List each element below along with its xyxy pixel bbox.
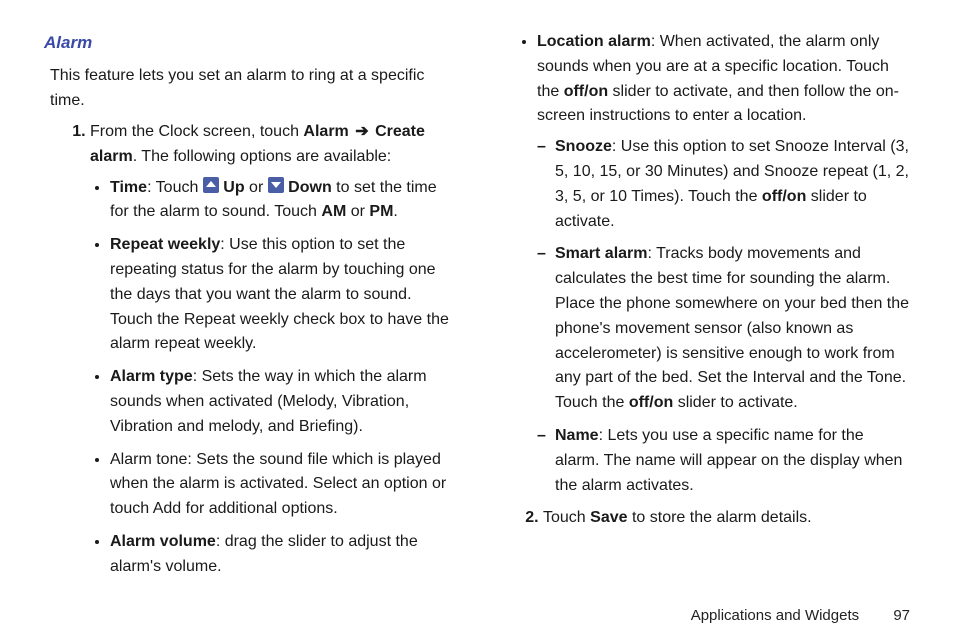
step1-pre: From the Clock screen, touch bbox=[90, 123, 303, 140]
sub-options: Snooze: Use this option to set Snooze In… bbox=[537, 135, 910, 498]
options-list-left: Time: Touch Up or Down to set the time f… bbox=[90, 176, 457, 580]
smart-offon: off/on bbox=[629, 394, 673, 411]
time-am: AM bbox=[321, 203, 346, 220]
step-list: From the Clock screen, touch Alarm ➔ Cre… bbox=[44, 120, 457, 580]
option-location-alarm: Location alarm: When activated, the alar… bbox=[537, 30, 910, 498]
options-list-right: Location alarm: When activated, the alar… bbox=[497, 30, 910, 498]
step-1: From the Clock screen, touch Alarm ➔ Cre… bbox=[90, 120, 457, 580]
repeat-label: Repeat weekly bbox=[110, 236, 220, 253]
snooze-offon: off/on bbox=[762, 188, 806, 205]
loc-label: Location alarm bbox=[537, 33, 651, 50]
loc-offon: off/on bbox=[564, 83, 608, 100]
right-column: Location alarm: When activated, the alar… bbox=[497, 30, 910, 587]
step2-save: Save bbox=[590, 509, 627, 526]
time-pm: PM bbox=[369, 203, 393, 220]
smart-t2: slider to activate. bbox=[673, 394, 798, 411]
time-t5: . bbox=[393, 203, 397, 220]
option-alarm-volume: Alarm volume: drag the slider to adjust … bbox=[110, 530, 457, 580]
footer-page-number: 97 bbox=[893, 607, 910, 624]
footer-section: Applications and Widgets bbox=[691, 607, 859, 624]
time-t2: or bbox=[245, 179, 268, 196]
step-2: Touch Save to store the alarm details. bbox=[543, 506, 910, 531]
atype-label: Alarm type bbox=[110, 368, 193, 385]
columns: Alarm This feature lets you set an alarm… bbox=[44, 30, 910, 587]
time-down: Down bbox=[288, 179, 332, 196]
option-snooze: Snooze: Use this option to set Snooze In… bbox=[537, 135, 910, 234]
down-arrow-icon bbox=[268, 177, 284, 193]
time-label: Time bbox=[110, 179, 147, 196]
up-arrow-icon bbox=[203, 177, 219, 193]
option-alarm-tone: Alarm tone: Sets the sound file which is… bbox=[110, 448, 457, 522]
step2-t2: to store the alarm details. bbox=[628, 509, 812, 526]
name-text: : Lets you use a specific name for the a… bbox=[555, 427, 902, 494]
option-smart-alarm: Smart alarm: Tracks body movements and c… bbox=[537, 242, 910, 416]
step1-alarm: Alarm bbox=[303, 123, 348, 140]
time-t4: or bbox=[346, 203, 369, 220]
option-alarm-type: Alarm type: Sets the way in which the al… bbox=[110, 365, 457, 439]
time-t1: : Touch bbox=[147, 179, 203, 196]
option-time: Time: Touch Up or Down to set the time f… bbox=[110, 176, 457, 226]
name-label: Name bbox=[555, 427, 599, 444]
step-list-2: Touch Save to store the alarm details. bbox=[497, 506, 910, 531]
smart-t1: : Tracks body movements and calculates t… bbox=[555, 245, 909, 411]
avol-label: Alarm volume bbox=[110, 533, 216, 550]
repeat-text: : Use this option to set the repeating s… bbox=[110, 236, 449, 352]
page: Alarm This feature lets you set an alarm… bbox=[0, 0, 954, 636]
intro-text: This feature lets you set an alarm to ri… bbox=[50, 64, 457, 114]
section-heading: Alarm bbox=[44, 30, 457, 56]
option-name: Name: Lets you use a specific name for t… bbox=[537, 424, 910, 498]
step1-post: . The following options are available: bbox=[133, 148, 392, 165]
time-up: Up bbox=[223, 179, 244, 196]
arrow-right-icon: ➔ bbox=[355, 123, 368, 140]
smart-label: Smart alarm bbox=[555, 245, 648, 262]
step2-t1: Touch bbox=[543, 509, 590, 526]
left-column: Alarm This feature lets you set an alarm… bbox=[44, 30, 457, 587]
snooze-label: Snooze bbox=[555, 138, 612, 155]
option-repeat: Repeat weekly: Use this option to set th… bbox=[110, 233, 457, 357]
page-footer: Applications and Widgets 97 bbox=[44, 587, 910, 624]
